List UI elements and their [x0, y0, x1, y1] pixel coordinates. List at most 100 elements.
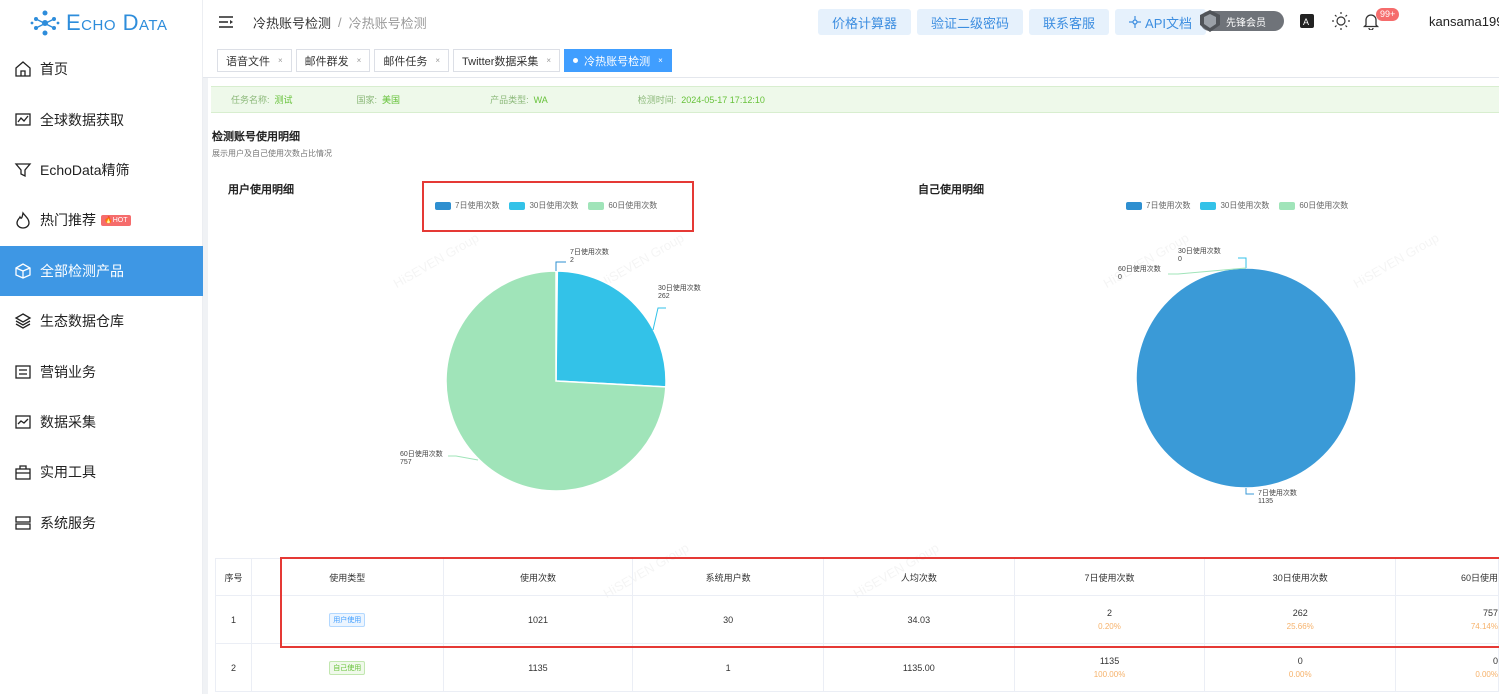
brand-logo[interactable]: Echo Data	[0, 0, 202, 46]
tab-1[interactable]: 邮件群发 ×	[295, 49, 371, 72]
check-time-value: 2024-05-17 17:12:10	[681, 94, 765, 105]
api-icon	[1129, 16, 1142, 28]
pie-label-name: 7日使用次数	[1258, 488, 1297, 497]
country-label: 国家:	[356, 95, 378, 105]
legend-label: 60日使用次数	[1299, 201, 1349, 210]
sidebar-menu: 首页全球数据获取 EchoData精筛 热门推荐 🔥HOT 全部检测产品 生态数据仓库 营销…	[0, 44, 203, 548]
home-icon	[15, 61, 31, 77]
pie-leader-line	[1238, 257, 1247, 268]
notification-count-badge: 99+	[1376, 8, 1400, 21]
pie-label-name: 7日使用次数	[570, 247, 609, 256]
menu-collapse-icon[interactable]	[219, 16, 233, 28]
vip-shield-icon	[1200, 10, 1220, 32]
usage-type-tag: 自己使用	[329, 660, 366, 675]
username[interactable]: kansama199	[1429, 14, 1499, 29]
sidebar-item-2[interactable]: EchoData精筛	[0, 145, 203, 195]
product-type-value: WA	[533, 94, 548, 105]
percent: 0.00%	[1475, 670, 1498, 679]
vip-badge[interactable]: 先锋会员	[1200, 10, 1284, 32]
close-tab-icon[interactable]: ×	[278, 56, 283, 65]
sidebar-item-5[interactable]: 生态数据仓库	[0, 296, 203, 346]
pie-label-name: 60日使用次数	[1118, 264, 1161, 273]
cell-count: 1135	[442, 643, 634, 692]
cell-7day: 1135 100.00%	[1013, 643, 1206, 692]
sidebar-item-label: 营销业务	[40, 363, 96, 380]
translate-icon[interactable]: A	[1300, 14, 1314, 28]
pie-leader-line	[652, 307, 666, 331]
vip-label: 先锋会员	[1226, 17, 1266, 29]
breadcrumb-current: 冷热账号检测	[348, 15, 427, 31]
section-title: 检测账号使用明细	[212, 131, 300, 143]
svg-text:A: A	[1303, 17, 1309, 27]
top-bar: 冷热账号检测 / 冷热账号检测 价格计算器 验证二级密码 联系客服 API文档 …	[203, 0, 1499, 44]
pie-label-name: 60日使用次数	[400, 449, 443, 458]
echo-data-logo-icon	[30, 10, 60, 36]
pie-slice-0[interactable]	[1135, 267, 1357, 489]
sidebar-item-1[interactable]: 全球数据获取	[0, 94, 203, 144]
self-usage-pie-chart: 30日使用次数060日使用次数07日使用次数1135	[1118, 246, 1357, 505]
list-icon	[15, 364, 31, 379]
legend-swatch	[1126, 201, 1142, 210]
cell-type: 自己使用	[250, 643, 444, 692]
cell-avg: 1135.00	[822, 643, 1015, 692]
sidebar-item-9[interactable]: 系统服务	[0, 498, 203, 548]
legend-item-30day[interactable]: 30日使用次数	[1200, 200, 1269, 211]
task-name-label: 任务名称:	[231, 95, 270, 105]
sidebar-item-label: 系统服务	[40, 514, 96, 531]
sidebar-item-7[interactable]: 数据采集	[0, 397, 203, 447]
cell-index: 1	[215, 595, 252, 644]
product-type-label: 产品类型:	[490, 95, 529, 105]
cell-30day: 0 0.00%	[1204, 643, 1397, 692]
header-actions: 价格计算器 验证二级密码 联系客服 API文档	[818, 9, 1207, 35]
api-docs-button[interactable]: API文档	[1115, 9, 1207, 35]
section-subtitle: 展示用户及自己使用次数占比情况	[212, 149, 332, 158]
chart-monitor-icon	[15, 112, 31, 126]
price-calculator-button[interactable]: 价格计算器	[818, 9, 912, 35]
breadcrumb-parent[interactable]: 冷热账号检测	[253, 13, 331, 32]
tab-3[interactable]: Twitter数据采集 ×	[453, 49, 561, 72]
close-tab-icon[interactable]: ×	[658, 56, 663, 65]
sidebar-item-label: 全部检测产品	[40, 262, 124, 279]
table-highlight-box	[280, 557, 1499, 648]
contact-support-button[interactable]: 联系客服	[1029, 9, 1110, 35]
pie-slice-1[interactable]	[555, 270, 667, 388]
sidebar-item-label: 全球数据获取	[40, 111, 124, 128]
box-icon	[15, 263, 31, 279]
sidebar-item-label: 生态数据仓库	[40, 313, 124, 330]
cell-index: 2	[215, 643, 252, 692]
value: 1135	[1099, 656, 1120, 666]
close-tab-icon[interactable]: ×	[357, 56, 362, 65]
theme-toggle-icon[interactable]	[1332, 12, 1350, 30]
tabs-bar: 语音文件 × 邮件群发 × 邮件任务 × Twitter数据采集 × 冷热账号检测 ×	[203, 44, 1499, 78]
col-header-index: 序号	[215, 558, 252, 596]
pie-label-name: 30日使用次数	[1178, 246, 1221, 255]
sidebar-item-label: 热门推荐	[40, 212, 96, 229]
legend-label: 7日使用次数	[1146, 201, 1191, 210]
percent: 100.00%	[1093, 670, 1126, 679]
pie-label-value: 757	[400, 459, 412, 466]
tab-0[interactable]: 语音文件 ×	[217, 49, 292, 72]
filter-icon	[14, 163, 32, 178]
legend-swatch	[1279, 201, 1296, 210]
task-name-value: 测试	[274, 95, 293, 105]
tab-label: 邮件任务	[383, 55, 428, 68]
value: 0	[1297, 656, 1303, 666]
sidebar-item-0[interactable]: 首页	[0, 44, 203, 94]
sidebar-item-6[interactable]: 营销业务	[0, 346, 203, 396]
close-tab-icon[interactable]: ×	[546, 56, 551, 65]
sidebar-item-3[interactable]: 热门推荐 🔥HOT	[0, 195, 203, 245]
pie-label-value: 0	[1118, 274, 1122, 281]
close-tab-icon[interactable]: ×	[435, 56, 440, 65]
pie-leader-line	[1245, 488, 1254, 495]
self-usage-chart-title: 自己使用明细	[918, 184, 984, 196]
sidebar-item-4[interactable]: 全部检测产品	[0, 245, 203, 296]
verify-password-button[interactable]: 验证二级密码	[917, 9, 1024, 35]
legend-item-7day[interactable]: 7日使用次数	[1126, 200, 1190, 211]
legend-item-60day[interactable]: 60日使用次数	[1279, 200, 1348, 211]
cell-users: 1	[632, 643, 824, 692]
pie-label-value: 0	[1178, 256, 1182, 263]
tab-4[interactable]: 冷热账号检测 ×	[564, 49, 672, 72]
sidebar-item-8[interactable]: 实用工具	[0, 447, 203, 497]
tab-2[interactable]: 邮件任务 ×	[374, 49, 450, 72]
pie-label-name: 30日使用次数	[658, 283, 701, 292]
